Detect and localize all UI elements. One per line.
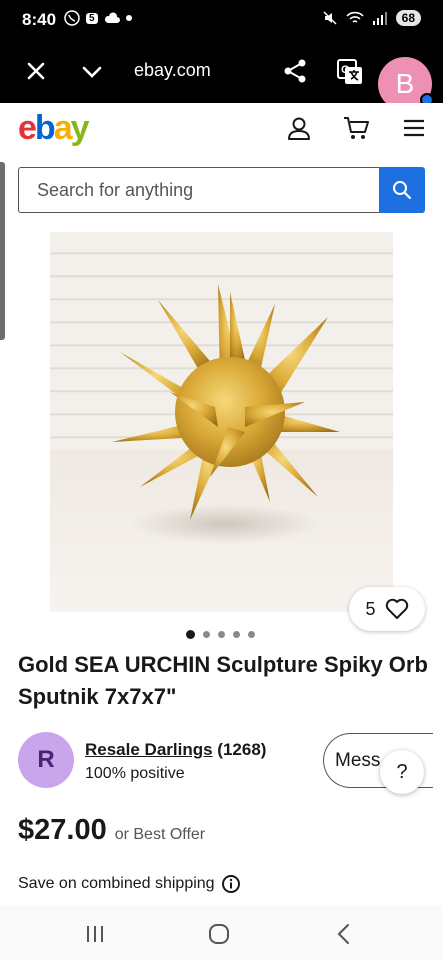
- carousel-dot[interactable]: [218, 631, 225, 638]
- watch-button[interactable]: 5: [349, 587, 425, 631]
- search-icon: [393, 181, 412, 200]
- shipping-label: Save on combined shipping: [18, 875, 215, 892]
- share-icon[interactable]: [282, 58, 308, 84]
- system-nav-bar: [0, 905, 443, 960]
- status-bar: 8:40 5 68: [0, 0, 443, 40]
- best-offer-label: or Best Offer: [114, 826, 206, 843]
- search-button[interactable]: [379, 167, 425, 213]
- mute-icon: [323, 11, 337, 25]
- ebay-logo[interactable]: ebay: [18, 109, 90, 148]
- url-text[interactable]: ebay.com: [134, 60, 211, 81]
- sea-urchin-sculpture: [112, 284, 340, 544]
- battery-icon: 68: [395, 10, 421, 26]
- close-icon[interactable]: [24, 59, 48, 83]
- cloud-icon: [104, 12, 120, 23]
- browser-toolbar: ebay.com G B: [0, 40, 443, 111]
- seller-initial: R: [37, 746, 55, 773]
- help-icon: ?: [396, 760, 408, 783]
- carousel-dot[interactable]: [203, 631, 210, 638]
- signal-icon: [372, 12, 387, 25]
- logo-letter-a: a: [53, 109, 73, 147]
- help-button[interactable]: ?: [380, 750, 424, 794]
- seller-info: Resale Darlings (1268): [85, 740, 266, 760]
- info-icon[interactable]: [221, 874, 241, 894]
- avatar-letter: B: [395, 68, 415, 99]
- user-icon[interactable]: [286, 115, 312, 141]
- carousel-dot[interactable]: [248, 631, 255, 638]
- back-icon[interactable]: [336, 923, 352, 945]
- logo-letter-b: b: [34, 109, 56, 147]
- logo-letter-e: e: [18, 109, 37, 147]
- dot-icon: [125, 15, 132, 21]
- search-field[interactable]: [18, 167, 379, 213]
- seller-feedback-count: (1268): [217, 740, 267, 759]
- carousel-dot[interactable]: [186, 630, 195, 639]
- status-time: 8:40: [22, 10, 57, 29]
- home-icon[interactable]: [208, 923, 230, 945]
- translate-icon[interactable]: G: [336, 58, 364, 86]
- shipping-info: Save on combined shipping: [18, 874, 241, 894]
- price: $27.00: [18, 814, 107, 846]
- seller-positive-rating: 100% positive: [85, 765, 185, 782]
- recent-apps-icon[interactable]: [84, 924, 106, 944]
- call-icon: [64, 10, 80, 26]
- search-input[interactable]: [19, 168, 379, 212]
- cart-icon[interactable]: [342, 115, 370, 141]
- logo-letter-y: y: [70, 109, 90, 147]
- chevron-down-icon[interactable]: [80, 60, 104, 84]
- wifi-icon: [346, 11, 364, 23]
- seller-name-link[interactable]: Resale Darlings: [85, 740, 213, 759]
- svg-text:G: G: [341, 64, 350, 76]
- notification-badge-icon: 5: [86, 12, 98, 24]
- seller-avatar[interactable]: R: [18, 732, 74, 788]
- carousel-dot[interactable]: [233, 631, 240, 638]
- watch-count: 5: [365, 598, 376, 619]
- scroll-indicator[interactable]: [0, 162, 5, 340]
- product-title: Gold SEA URCHIN Sculpture Spiky Orb Sput…: [18, 652, 428, 709]
- ebay-header: ebay: [0, 103, 443, 155]
- image-carousel-dots: [186, 630, 255, 639]
- heart-icon: [385, 598, 408, 619]
- menu-icon[interactable]: [402, 118, 426, 138]
- status-icons-right: 68: [322, 10, 421, 26]
- status-icons-left: 5: [64, 10, 132, 26]
- price-row: $27.00 or Best Offer: [18, 814, 205, 847]
- product-image[interactable]: [50, 232, 393, 612]
